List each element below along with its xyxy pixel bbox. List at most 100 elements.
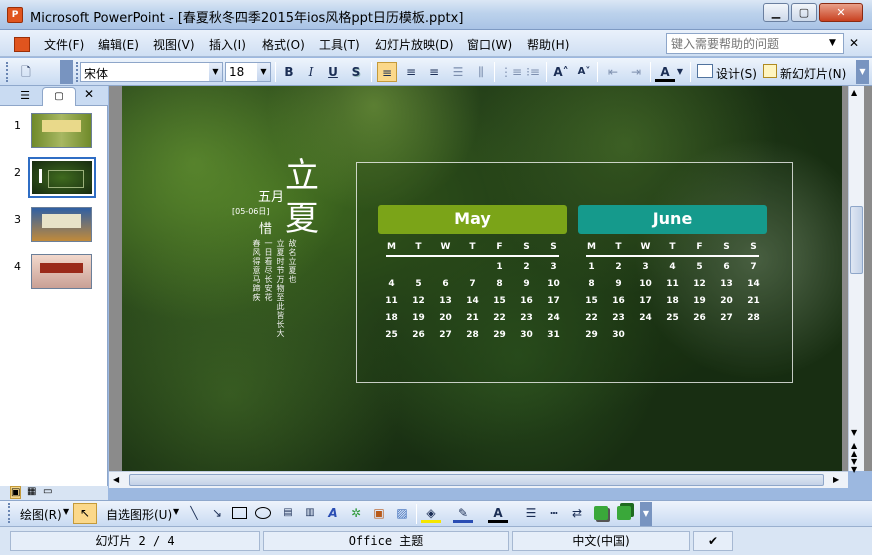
close-document-icon[interactable]: ✕ [849, 36, 859, 50]
menu-format[interactable]: 格式(O) [262, 36, 305, 53]
scroll-right-icon[interactable]: ▶ [833, 475, 839, 484]
scroll-thumb[interactable] [850, 206, 863, 274]
menu-file[interactable]: 文件(F) [44, 36, 84, 53]
calendar-day: 30 [520, 330, 533, 340]
calendar-day: 6 [723, 262, 730, 272]
increase-font-icon[interactable]: A˄ [551, 62, 571, 82]
title-bar: P Microsoft PowerPoint - [春夏秋冬四季2015年ios… [0, 0, 872, 30]
align-left-icon[interactable]: ≡ [377, 62, 397, 82]
italic-button[interactable]: I [301, 62, 321, 82]
document-icon[interactable] [14, 37, 30, 52]
close-pane-icon[interactable]: ✕ [84, 87, 94, 101]
next-slide-icon[interactable]: ▼ ▼ [851, 458, 857, 474]
underline-button[interactable]: U [323, 62, 343, 82]
chevron-down-icon[interactable]: ▼ [63, 507, 69, 516]
numbering-icon[interactable]: ⋮≡ [500, 62, 522, 82]
powerpoint-app-icon[interactable]: P [7, 7, 23, 23]
shadow-button[interactable]: S [346, 62, 366, 82]
toolbar-grip[interactable] [6, 62, 9, 82]
previous-slide-icon[interactable]: ▲ ▲ [851, 442, 857, 458]
maximize-button[interactable]: ▢ [791, 3, 817, 22]
slide-thumbnail-4[interactable] [31, 254, 92, 289]
clipart-icon[interactable]: ▣ [369, 503, 389, 523]
toolbar-grip[interactable] [8, 503, 11, 523]
menu-help[interactable]: 帮助(H) [527, 36, 569, 53]
3d-style-icon[interactable] [617, 506, 631, 520]
vertical-scrollbar[interactable]: ▲ ▼ ▲ ▲ ▼ ▼ [848, 86, 864, 474]
calendar-day: 12 [693, 279, 706, 289]
normal-view-icon[interactable]: ▣ [10, 486, 22, 499]
wordart-icon[interactable]: A [323, 503, 343, 523]
increase-indent-icon[interactable]: ⇥ [626, 62, 646, 82]
menu-view[interactable]: 视图(V) [153, 36, 195, 53]
tab-outline[interactable]: ☰ [10, 89, 40, 106]
textbox-icon[interactable]: ▤ [278, 503, 298, 523]
new-slide-button[interactable]: 新幻灯片(N) [780, 65, 846, 82]
shadow-style-icon[interactable] [594, 506, 608, 520]
design-button[interactable]: 设计(S) [716, 65, 757, 82]
line-color-icon[interactable]: ✎ [453, 503, 473, 523]
bold-button[interactable]: B [279, 62, 299, 82]
menu-slideshow[interactable]: 幻灯片放映(D) [375, 36, 454, 53]
menu-window[interactable]: 窗口(W) [467, 36, 512, 53]
distribute-icon[interactable]: ⫼ [471, 62, 491, 82]
slideshow-icon[interactable]: ▭ [43, 486, 52, 498]
autoshapes-button[interactable]: 自选图形(U) [106, 506, 172, 523]
menu-tools[interactable]: 工具(T) [319, 36, 360, 53]
justify-icon[interactable]: ☰ [448, 62, 468, 82]
help-dropdown-icon[interactable]: ▼ [829, 38, 836, 48]
font-color-icon[interactable]: A [488, 503, 508, 523]
arrow-tool-icon[interactable]: ↘ [207, 503, 227, 523]
scroll-left-icon[interactable]: ◀ [113, 475, 119, 484]
slide-canvas[interactable]: 春风得意马蹄疾 一日看尽长安花 立夏时节万物至此皆长大 故名立夏也 [05-06… [122, 86, 842, 471]
line-tool-icon[interactable]: ╲ [184, 503, 204, 523]
toolbar-options-icon[interactable]: ▼ [856, 60, 869, 84]
spelling-icon[interactable]: ✔ [693, 531, 733, 551]
rectangle-tool-icon[interactable] [232, 507, 247, 519]
bullets-icon[interactable]: ⁝≡ [523, 62, 543, 82]
new-document-icon[interactable]: 🗋 [16, 62, 36, 82]
select-objects-icon[interactable]: ↖ [73, 503, 97, 524]
align-center-icon[interactable]: ≡ [401, 62, 421, 82]
arrow-style-icon[interactable]: ⇄ [567, 503, 587, 523]
decrease-indent-icon[interactable]: ⇤ [603, 62, 623, 82]
menu-edit[interactable]: 编辑(E) [98, 36, 139, 53]
june-weekdays: MTWTFSS [578, 242, 767, 252]
toolbar-options-icon[interactable] [60, 60, 73, 84]
slide-thumbnail-3[interactable] [31, 207, 92, 242]
calendar-day [432, 259, 459, 276]
picture-icon[interactable]: ▨ [392, 503, 412, 523]
decrease-font-icon[interactable]: A˅ [574, 62, 594, 82]
calendar-day: 14 [747, 279, 760, 289]
toolbar-options-icon[interactable]: ▼ [640, 502, 652, 526]
vertical-textbox-icon[interactable]: ▥ [300, 503, 320, 523]
chevron-down-icon[interactable]: ▼ [173, 507, 179, 516]
slide-thumbnail-2[interactable] [28, 157, 96, 198]
help-search-input[interactable] [666, 33, 844, 54]
close-button[interactable]: ✕ [819, 3, 863, 22]
line-style-icon[interactable]: ☰ [521, 503, 541, 523]
font-color-icon[interactable]: A [655, 62, 675, 82]
minimize-button[interactable]: ▁ [763, 3, 789, 22]
font-name-select[interactable]: 宋体 ▼ [80, 62, 223, 82]
slide-sorter-icon[interactable]: ▦ [27, 486, 36, 498]
scroll-up-icon[interactable]: ▲ [851, 88, 857, 97]
diagram-icon[interactable]: ✲ [346, 503, 366, 523]
draw-menu-button[interactable]: 绘图(R) [20, 506, 62, 523]
tab-slides[interactable]: ▢ [42, 87, 76, 106]
chevron-down-icon[interactable]: ▼ [675, 62, 685, 82]
dash-style-icon[interactable]: ┅ [544, 503, 564, 523]
menu-insert[interactable]: 插入(I) [209, 36, 246, 53]
h-scroll-thumb[interactable] [129, 474, 824, 486]
toolbar-grip[interactable] [76, 62, 79, 82]
scroll-down-icon[interactable]: ▼ [851, 428, 857, 437]
horizontal-scrollbar[interactable]: ◀ ▶ [109, 471, 848, 488]
align-right-icon[interactable]: ≡ [424, 62, 444, 82]
calendar-day: 31 [547, 330, 560, 340]
slide-thumbnail-1[interactable] [31, 113, 92, 148]
fill-color-icon[interactable]: ◈ [421, 503, 441, 523]
oval-tool-icon[interactable] [255, 507, 271, 519]
chevron-down-icon: ▼ [257, 63, 270, 81]
font-size-select[interactable]: 18 ▼ [225, 62, 271, 82]
window-title: Microsoft PowerPoint - [春夏秋冬四季2015年ios风格… [30, 11, 464, 26]
